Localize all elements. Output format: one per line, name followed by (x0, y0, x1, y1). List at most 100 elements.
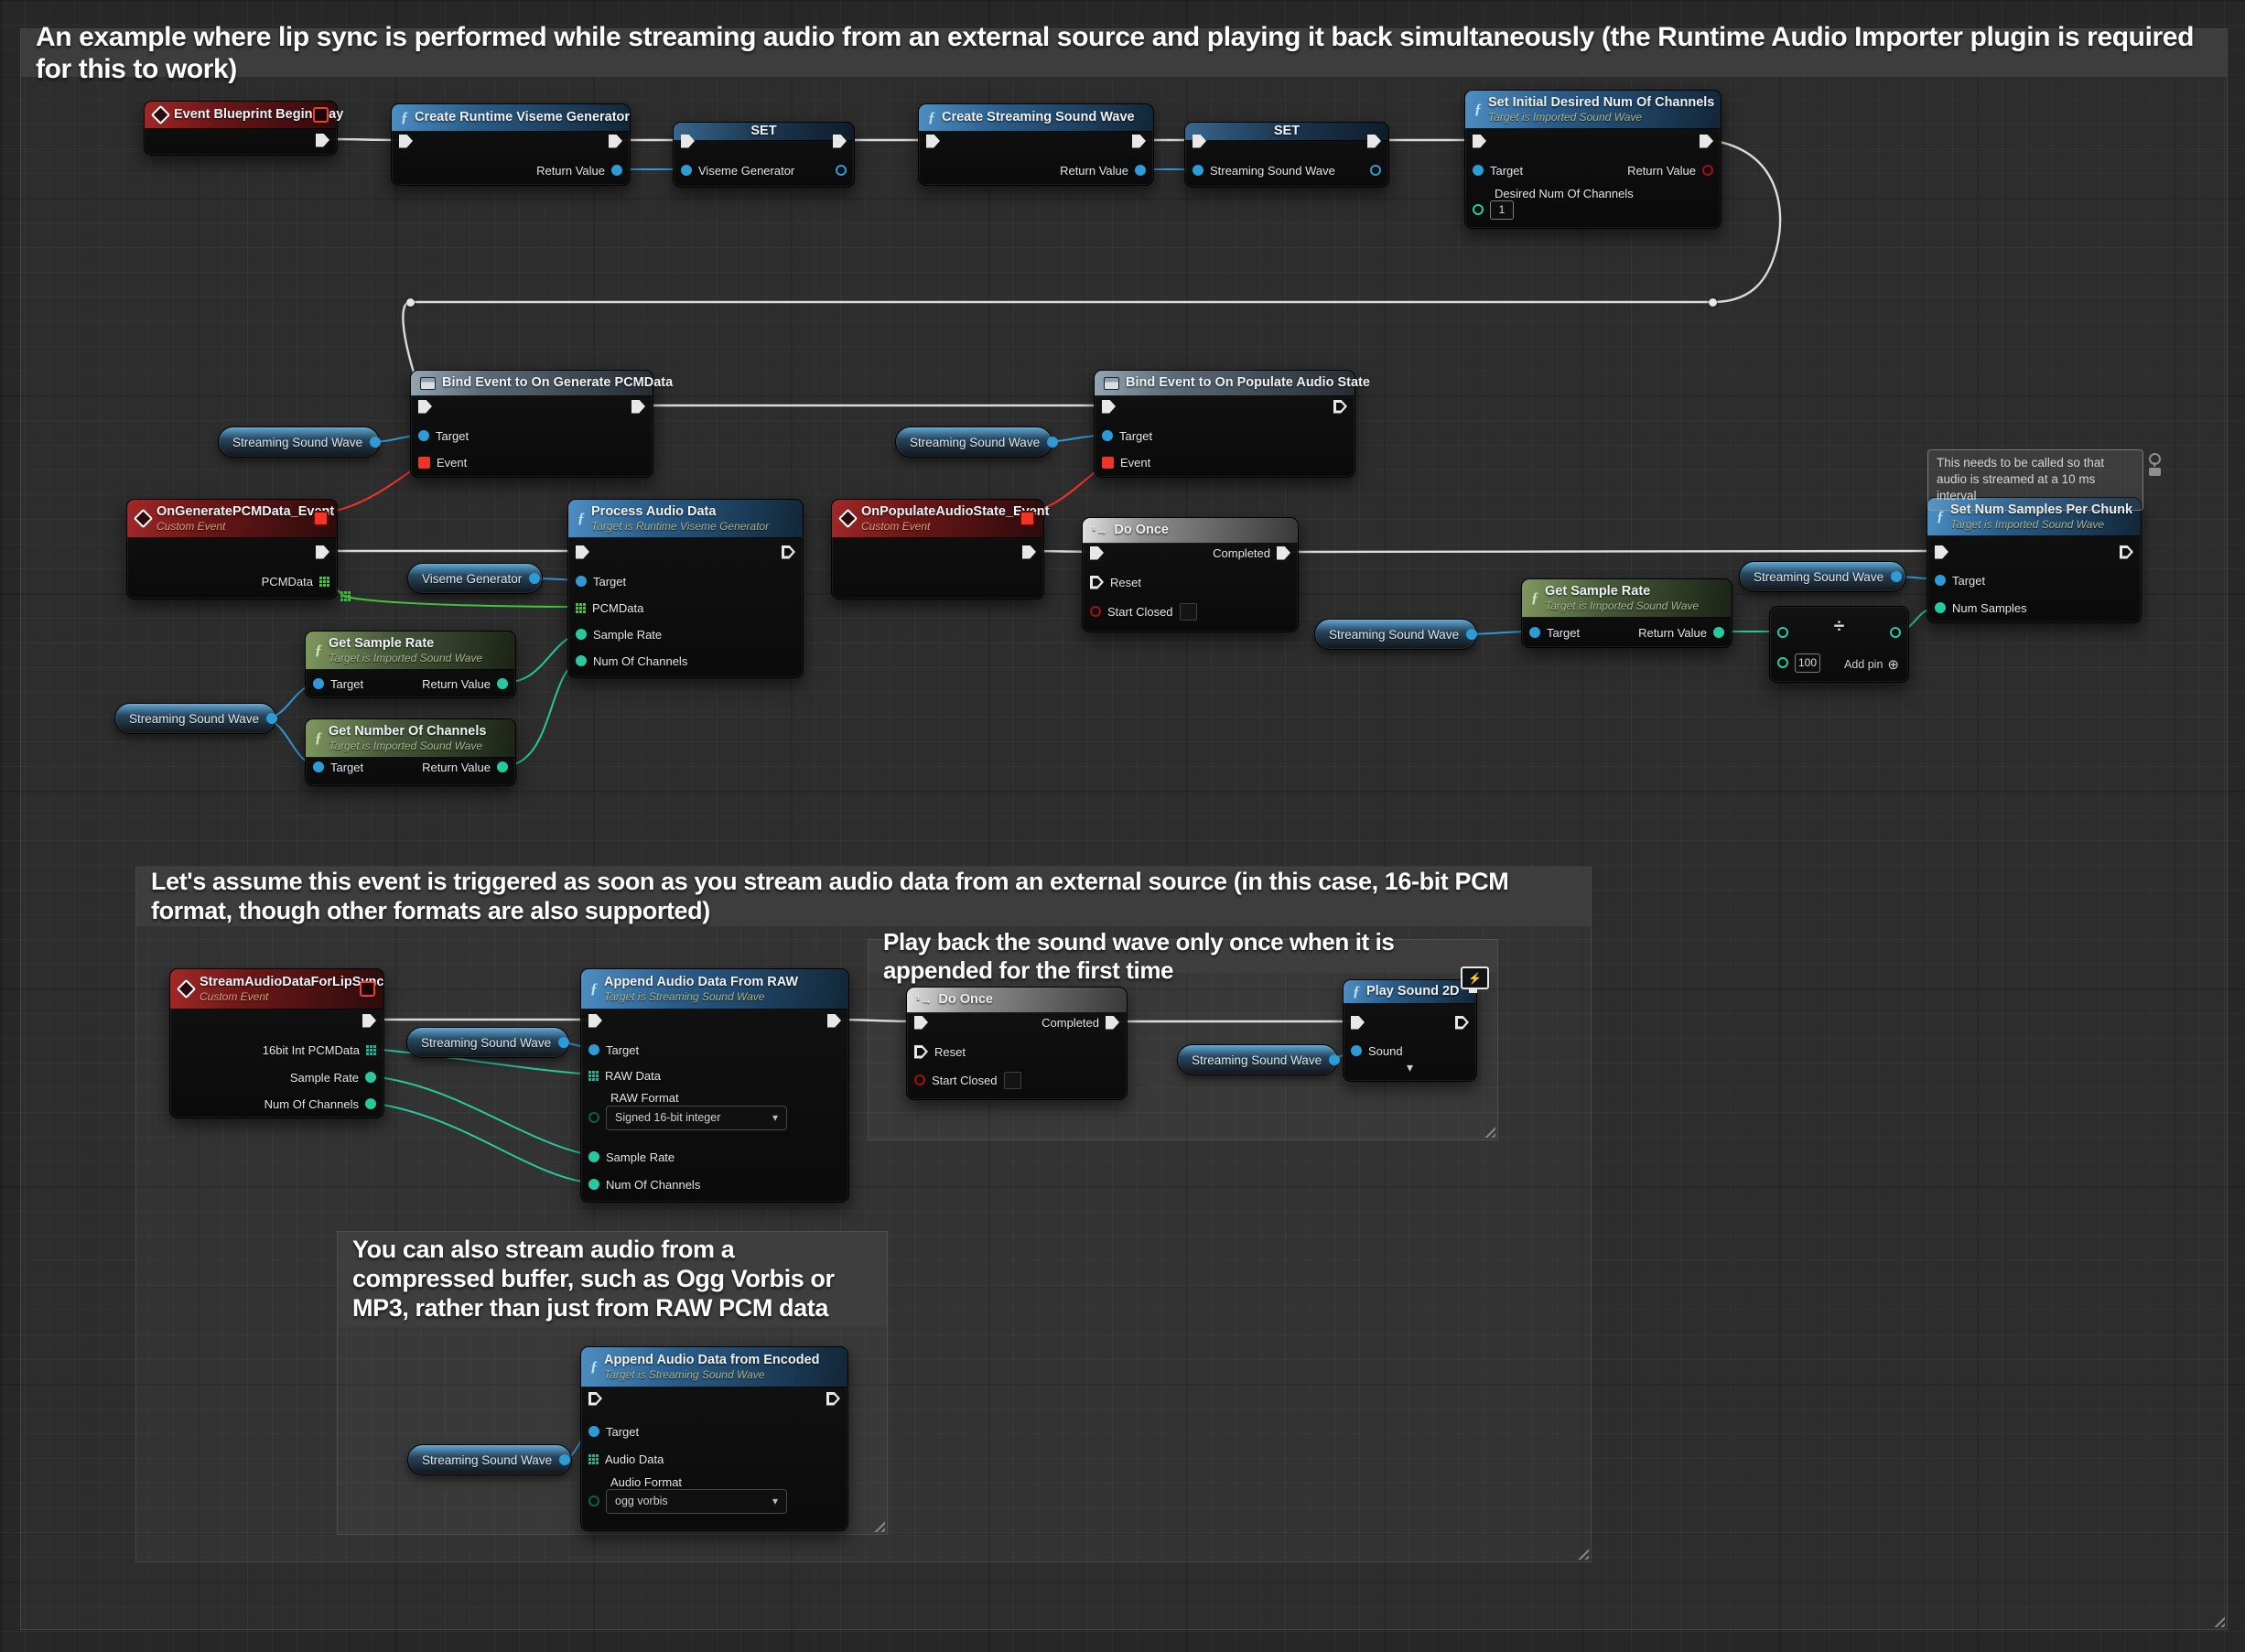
enum-pin[interactable] (588, 1495, 599, 1506)
object-pin[interactable] (313, 761, 324, 772)
variable-get-streaming-sound-wave[interactable]: Streaming Sound Wave (895, 426, 1052, 458)
int-pin[interactable] (576, 655, 587, 666)
reroute-node[interactable] (406, 298, 415, 307)
node-create-streaming-sound-wave[interactable]: ƒCreate Streaming Sound WaveReturn Value (918, 103, 1154, 186)
comment-bubble-icon[interactable] (2149, 468, 2161, 476)
add-pin-button[interactable]: Add pin⊕ (1844, 656, 1899, 673)
node-do-once[interactable]: ¹→Do OnceCompletedResetStart Closed (906, 987, 1128, 1100)
variable-get-streaming-sound-wave[interactable]: Streaming Sound Wave (114, 703, 276, 734)
object-pin[interactable] (370, 437, 381, 448)
object-pin[interactable] (1047, 437, 1058, 448)
int-pin[interactable] (1473, 204, 1484, 215)
object-pin[interactable] (611, 165, 622, 176)
object-pin[interactable] (1935, 575, 1946, 586)
int-pin[interactable] (1935, 602, 1946, 613)
object-pin[interactable] (1466, 629, 1477, 640)
checkbox[interactable] (1180, 603, 1197, 621)
delegate-pin[interactable] (360, 981, 375, 997)
node-header[interactable]: SET (1185, 123, 1388, 141)
delegate-pin[interactable] (1020, 511, 1035, 526)
int-pin[interactable] (497, 678, 508, 689)
exec-pin[interactable] (1935, 545, 1948, 559)
node-create-runtime-viseme-generator[interactable]: ƒCreate Runtime Viseme GeneratorReturn V… (391, 103, 631, 186)
int-pin[interactable] (365, 1098, 376, 1109)
node-header[interactable]: ƒProcess Audio DataTarget is Runtime Vis… (568, 500, 803, 538)
node-set-initial-desired-num-of-channels[interactable]: ƒSet Initial Desired Num Of ChannelsTarg… (1464, 90, 1722, 229)
variable-get-viseme-generator[interactable]: Viseme Generator (407, 563, 543, 594)
checkbox[interactable] (1004, 1072, 1021, 1089)
node-header[interactable]: ƒGet Sample RateTarget is Imported Sound… (1522, 579, 1732, 618)
reroute-node[interactable] (1709, 298, 1717, 307)
object-pin[interactable] (1102, 430, 1113, 441)
node-header[interactable]: ¹→Do Once (1083, 518, 1298, 544)
delegate-pin[interactable] (1102, 457, 1114, 469)
node-divide[interactable]: ÷Add pin⊕100 (1769, 606, 1909, 683)
object-pin[interactable] (266, 713, 277, 724)
exec-pin[interactable] (826, 1392, 840, 1406)
node-process-audio-data[interactable]: ƒProcess Audio DataTarget is Runtime Vis… (567, 499, 804, 678)
enum-pin[interactable] (588, 1112, 599, 1123)
node-bind-event-to-on-generate-pcmdata[interactable]: Bind Event to On Generate PCMDataTargetE… (410, 370, 653, 478)
exec-pin[interactable] (1351, 1016, 1365, 1030)
variable-get-streaming-sound-wave[interactable]: Streaming Sound Wave (407, 1444, 572, 1475)
variable-get-streaming-sound-wave[interactable]: Streaming Sound Wave (218, 426, 380, 458)
exec-pin[interactable] (681, 135, 695, 148)
variable-get-streaming-sound-wave[interactable]: Streaming Sound Wave (1314, 619, 1477, 650)
node-ongeneratepcmdata-event[interactable]: OnGeneratePCMData_EventCustom EventPCMDa… (126, 499, 338, 599)
object-pin[interactable] (313, 678, 324, 689)
node-header[interactable]: ƒPlay Sound 2D (1344, 980, 1476, 1004)
node-set[interactable]: SETStreaming Sound Wave (1184, 122, 1389, 188)
exec-pin[interactable] (1700, 135, 1713, 148)
value-box[interactable]: 100 (1795, 653, 1820, 673)
array-pin[interactable] (588, 1071, 599, 1081)
node-header[interactable]: StreamAudioDataForLipSyncCustom Event (170, 969, 383, 1010)
bool-pin[interactable] (1090, 606, 1101, 617)
exec-pin[interactable] (926, 135, 940, 148)
exec-pin[interactable] (609, 135, 622, 148)
object-pin[interactable] (1891, 571, 1902, 582)
object-pin[interactable] (1329, 1054, 1340, 1065)
object-pin[interactable] (558, 1037, 569, 1048)
object-pin[interactable] (681, 165, 692, 176)
node-header[interactable]: SET (674, 123, 854, 141)
array-pin[interactable] (319, 577, 329, 587)
exec-pin[interactable] (362, 1014, 376, 1028)
exec-pin[interactable] (576, 545, 589, 559)
int-pin[interactable] (1713, 627, 1724, 638)
node-append-audio-data-from-encoded[interactable]: ƒAppend Audio Data from EncodedTarget is… (580, 1346, 848, 1531)
exec-pin[interactable] (914, 1045, 928, 1059)
pin-icon[interactable] (2149, 453, 2161, 465)
int-pin[interactable] (588, 1151, 599, 1162)
variable-get-streaming-sound-wave[interactable]: Streaming Sound Wave (406, 1027, 569, 1058)
object-pin[interactable] (559, 1454, 570, 1465)
exec-pin[interactable] (588, 1392, 602, 1406)
node-header[interactable]: Bind Event to On Generate PCMData (411, 371, 653, 396)
exec-pin[interactable] (1022, 545, 1036, 559)
exec-pin[interactable] (316, 545, 329, 559)
node-do-once[interactable]: ¹→Do OnceCompletedResetStart Closed (1082, 517, 1299, 632)
dropdown-select[interactable]: ogg vorbis▾ (606, 1489, 787, 1514)
blueprint-graph-canvas[interactable]: An example where lip sync is performed w… (0, 0, 2245, 1652)
object-pin[interactable] (1370, 165, 1381, 176)
exec-pin[interactable] (1106, 1016, 1119, 1030)
value-box[interactable]: 1 (1490, 200, 1514, 220)
exec-pin[interactable] (1333, 400, 1347, 414)
exec-pin[interactable] (827, 1014, 841, 1028)
node-bind-event-to-on-populate-audio-state[interactable]: Bind Event to On Populate Audio StateTar… (1094, 370, 1355, 478)
node-set-num-samples-per-chunk[interactable]: ƒSet Num Samples Per ChunkTarget is Impo… (1927, 497, 2142, 623)
node-header[interactable]: ƒAppend Audio Data from EncodedTarget is… (581, 1347, 847, 1387)
dropdown-select[interactable]: Signed 16-bit integer▾ (606, 1106, 787, 1130)
node-header[interactable]: OnPopulateAudioState_EventCustom Event (832, 500, 1043, 538)
exec-pin[interactable] (782, 545, 795, 559)
variable-get-streaming-sound-wave[interactable]: Streaming Sound Wave (1177, 1044, 1338, 1075)
int-pin[interactable] (365, 1072, 376, 1083)
node-header[interactable]: Bind Event to On Populate Audio State (1095, 371, 1355, 396)
array-reroute-node[interactable] (340, 591, 351, 601)
exec-pin[interactable] (399, 135, 413, 148)
exec-pin[interactable] (1473, 135, 1486, 148)
node-streamaudiodataforlipsync[interactable]: StreamAudioDataForLipSyncCustom Event16b… (169, 968, 384, 1118)
exec-pin[interactable] (418, 400, 432, 414)
node-get-sample-rate[interactable]: ƒGet Sample RateTarget is Imported Sound… (305, 631, 516, 698)
object-pin[interactable] (1529, 627, 1540, 638)
node-set[interactable]: SETViseme Generator (673, 122, 855, 188)
